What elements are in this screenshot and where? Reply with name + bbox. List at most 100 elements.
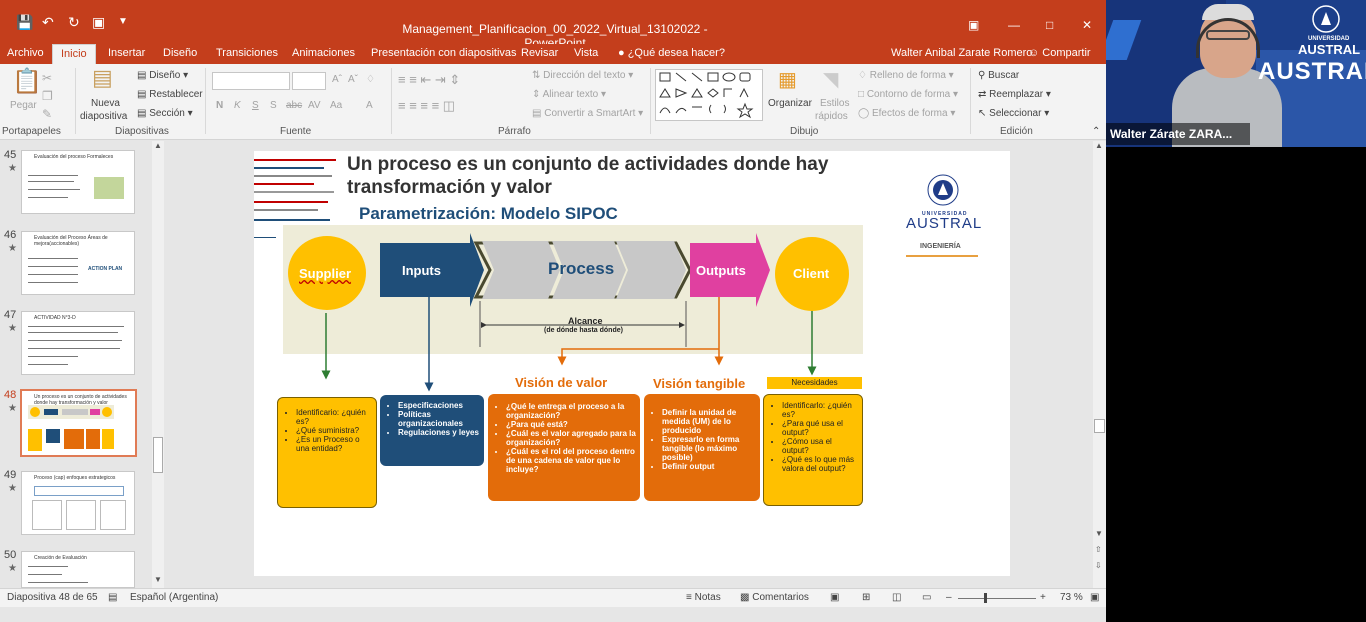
quick-styles-label-2[interactable]: rápidos: [815, 111, 848, 122]
reset-button[interactable]: ▤ Restablecer: [137, 89, 203, 100]
slide-sorter-icon[interactable]: ⊞: [862, 592, 870, 603]
comments-button[interactable]: ▩ Comentarios: [740, 592, 809, 603]
zoom-level[interactable]: 73 %: [1060, 592, 1083, 603]
text-direction-button[interactable]: ⇅ Dirección del texto ▾: [532, 70, 633, 81]
tab-revisar[interactable]: Revisar: [521, 47, 558, 59]
shapes-gallery[interactable]: [655, 69, 763, 121]
align-text-button[interactable]: ⇕ Alinear texto ▾: [532, 89, 606, 100]
zoom-slider[interactable]: [958, 598, 1036, 599]
format-painter-icon[interactable]: ✎: [42, 104, 52, 124]
notes-button[interactable]: ≡ Notas: [686, 592, 721, 603]
find-button[interactable]: ⚲ Buscar: [978, 70, 1019, 81]
slide-thumbnail-46[interactable]: Evaluación del Proceso Áreas de mejora(a…: [21, 231, 135, 295]
close-icon[interactable]: ✕: [1082, 18, 1092, 32]
tab-transiciones[interactable]: Transiciones: [216, 47, 278, 59]
select-button[interactable]: ↖ Seleccionar ▾: [978, 108, 1049, 119]
slide-thumbnail-45[interactable]: Evaluación del proceso Formaleces: [21, 150, 135, 214]
shadow-icon[interactable]: S: [270, 100, 277, 111]
divider: [391, 68, 392, 134]
slideshow-icon[interactable]: ▭: [922, 592, 931, 603]
tab-diseno[interactable]: Diseño: [163, 47, 197, 59]
italic-icon[interactable]: K: [234, 100, 241, 111]
tab-presentacion[interactable]: Presentación con diapositivas: [371, 47, 517, 59]
underline-icon[interactable]: S: [252, 100, 259, 111]
thumbnails-scrollbar[interactable]: ▲ ▼: [152, 141, 164, 588]
start-presentation-icon[interactable]: ▣: [92, 14, 105, 30]
slide-scrollbar[interactable]: ▲ ▼ ⇧ ⇩: [1093, 141, 1106, 588]
animation-star-icon: ★: [8, 243, 17, 254]
scrollbar-thumb[interactable]: [1094, 419, 1105, 433]
tab-animaciones[interactable]: Animaciones: [292, 47, 355, 59]
paste-label[interactable]: Pegar: [10, 100, 37, 111]
collapse-ribbon-icon[interactable]: ⌃: [1092, 126, 1100, 137]
cut-icon[interactable]: ✂: [42, 68, 52, 88]
spelling-icon[interactable]: ▤: [108, 592, 117, 603]
shape-outline-button[interactable]: □ Contorno de forma ▾: [858, 89, 958, 100]
new-slide-icon[interactable]: ▤: [92, 67, 113, 89]
powerpoint-window: 💾 ↶ ↻ ▣ ▼ Management_Planificacion_00_20…: [0, 0, 1106, 622]
minimize-icon[interactable]: —: [1008, 18, 1020, 32]
shrink-font-icon[interactable]: Aˇ: [348, 74, 358, 85]
new-slide-label-2[interactable]: diapositiva: [80, 111, 127, 122]
zoom-out-icon[interactable]: –: [946, 592, 952, 603]
tab-inicio[interactable]: Inicio: [52, 44, 96, 64]
smartart-button[interactable]: ▤ Convertir a SmartArt ▾: [532, 108, 643, 119]
section-button[interactable]: ▤ Sección ▾: [137, 108, 193, 119]
font-size-select[interactable]: [292, 72, 326, 90]
save-icon[interactable]: 💾: [16, 14, 33, 30]
scroll-down-icon[interactable]: ▼: [154, 575, 162, 584]
customize-toolbar-icon[interactable]: ▼: [118, 14, 128, 30]
replace-button[interactable]: ⇄ Reemplazar ▾: [978, 89, 1051, 100]
zoom-slider-thumb[interactable]: [984, 593, 987, 603]
redo-icon[interactable]: ↻: [68, 14, 80, 30]
bullets-icon[interactable]: ≡ ≡ ⇤ ⇥ ⇕: [398, 72, 460, 88]
tell-me-search[interactable]: ● ¿Qué desea hacer?: [618, 47, 725, 59]
list-item: ¿Cómo usa el output?: [782, 437, 858, 455]
scroll-down-icon[interactable]: ▼: [1095, 529, 1103, 538]
tab-archivo[interactable]: Archivo: [7, 47, 44, 59]
strikethrough-icon[interactable]: abc: [286, 100, 302, 111]
zoom-in-icon[interactable]: +: [1040, 592, 1046, 603]
spacing-icon[interactable]: AV: [308, 100, 321, 111]
next-slide-icon[interactable]: ⇩: [1095, 561, 1102, 570]
paste-icon[interactable]: 📋: [12, 70, 42, 94]
font-color-icon[interactable]: A: [366, 100, 373, 111]
slide-thumbnail-50[interactable]: Creación de Evaluación: [21, 551, 135, 588]
arrange-label[interactable]: Organizar: [768, 98, 812, 109]
slide-thumbnail-47[interactable]: ACTIVIDAD N°3-D: [21, 311, 135, 375]
scroll-up-icon[interactable]: ▲: [154, 141, 162, 150]
slide-thumbnail-49[interactable]: Proceso (cap) enfoques estrategicos: [21, 471, 135, 535]
ribbon-display-icon[interactable]: ▣: [968, 18, 979, 32]
bold-icon[interactable]: N: [216, 100, 223, 111]
user-name[interactable]: Walter Anibal Zarate Romero: [891, 47, 1032, 59]
copy-icon[interactable]: ❐: [42, 86, 53, 106]
maximize-icon[interactable]: □: [1046, 18, 1053, 32]
share-button[interactable]: ☺ Compartir: [1028, 47, 1091, 59]
new-slide-label-1[interactable]: Nueva: [91, 98, 120, 109]
arrange-icon[interactable]: ▦: [778, 70, 797, 90]
slide-thumbnail-48[interactable]: Un proceso es un conjunto de actividades…: [20, 389, 137, 457]
shape-fill-button[interactable]: ♢ Relleno de forma ▾: [858, 70, 954, 81]
tab-vista[interactable]: Vista: [574, 47, 598, 59]
slide-canvas[interactable]: Un proceso es un conjunto de actividades…: [254, 151, 1010, 576]
vision-valor-box: ¿Qué le entrega el proceso a la organiza…: [488, 394, 640, 501]
align-icon[interactable]: ≡ ≡ ≡ ≡ ◫: [398, 98, 455, 114]
reading-view-icon[interactable]: ◫: [892, 592, 901, 603]
quick-styles-label-1[interactable]: Estilos: [820, 98, 849, 109]
change-case-icon[interactable]: Aa: [330, 100, 342, 111]
normal-view-icon[interactable]: ▣: [830, 592, 839, 603]
scroll-up-icon[interactable]: ▲: [1095, 141, 1103, 150]
layout-button[interactable]: ▤ Diseño ▾: [137, 70, 188, 81]
font-family-select[interactable]: [212, 72, 290, 90]
grow-font-icon[interactable]: Aˆ: [332, 74, 342, 85]
fit-slide-icon[interactable]: ▣: [1090, 592, 1099, 603]
tab-insertar[interactable]: Insertar: [108, 47, 145, 59]
shape-effects-button[interactable]: ◯ Efectos de forma ▾: [858, 108, 955, 119]
previous-slide-icon[interactable]: ⇧: [1095, 545, 1102, 554]
language-label[interactable]: Español (Argentina): [130, 592, 218, 603]
undo-icon[interactable]: ↶: [42, 14, 54, 30]
quick-styles-icon[interactable]: ◥: [823, 70, 838, 90]
align-text-icon: ⇕: [532, 89, 543, 100]
scrollbar-thumb[interactable]: [153, 437, 163, 473]
clear-format-icon[interactable]: ♢: [366, 74, 375, 85]
